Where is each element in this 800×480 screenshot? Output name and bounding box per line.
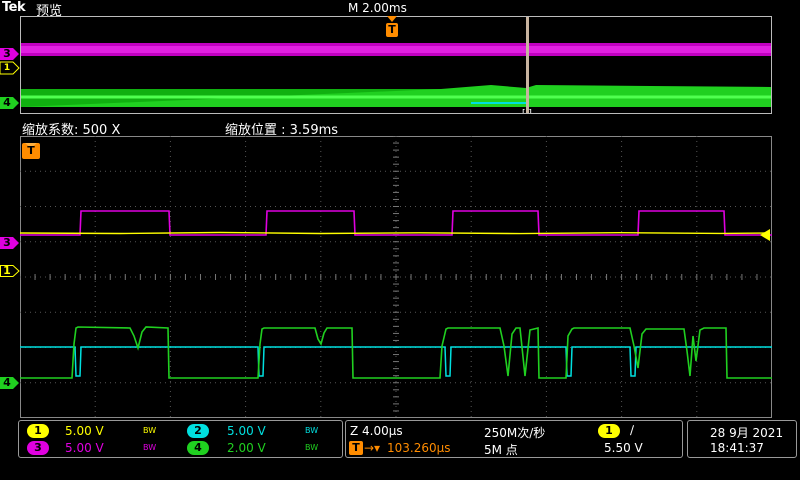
zoom-scale[interactable]: Z 4.00µs	[350, 424, 403, 438]
top-status-bar: Tek 预览 M 2.00ms	[0, 0, 800, 19]
ch1-badge[interactable]: 1	[27, 424, 49, 438]
vertical-settings-panel[interactable]: 1 5.00 V BW 3 5.00 V BW 2 5.00 V BW 4 2.…	[18, 420, 343, 458]
trigger-position[interactable]: 103.260µs	[387, 441, 451, 455]
overview-ch1-marker: 1	[3, 63, 11, 73]
zoom-bracket: [ ]	[522, 109, 532, 113]
main-timebase[interactable]: M 2.00ms	[348, 1, 407, 15]
trigger-level[interactable]: 5.50 V	[604, 441, 643, 455]
ch4-scale[interactable]: 2.00 V	[227, 441, 266, 455]
ch1-offset-marker[interactable]: 1	[1, 265, 13, 277]
horizontal-trigger-panel[interactable]: Z 4.00µs T →▾ 103.260µs 250M次/秒 5M 点 1 ∕…	[345, 420, 683, 458]
overview-ch4-marker: 4	[3, 96, 11, 109]
sample-rate: 250M次/秒	[484, 426, 546, 440]
ch1-scale[interactable]: 5.00 V	[65, 424, 104, 438]
main-trigger-label: T	[27, 144, 35, 157]
overview-ch3-marker: 3	[3, 47, 11, 60]
ch4-badge[interactable]: 4	[187, 441, 209, 455]
overview-ch3-core	[21, 46, 771, 53]
overview-trigger-label: T	[388, 23, 396, 36]
trigger-level-arrow-icon[interactable]	[760, 229, 772, 241]
ch2-scale[interactable]: 5.00 V	[227, 424, 266, 438]
ch3-badge[interactable]: 3	[27, 441, 49, 455]
trigger-position-icon: T	[349, 441, 363, 455]
ch1-bw-limit: BW	[143, 426, 157, 435]
zoomed-graticule[interactable]	[20, 136, 772, 418]
ch2-badge[interactable]: 2	[187, 424, 209, 438]
ch4-bw-limit: BW	[305, 443, 319, 452]
time-display: 18:41:37	[710, 441, 764, 455]
zoom-window-marker[interactable]	[526, 17, 529, 113]
trigger-arrow-icon: →▾	[364, 441, 381, 455]
ch4-offset-marker[interactable]: 4	[1, 377, 13, 389]
datetime-panel[interactable]: 28 9月 2021 18:41:37	[687, 420, 797, 458]
brand-logo: Tek	[2, 0, 26, 15]
record-length[interactable]: 5M 点	[484, 441, 518, 458]
ch3-bw-limit: BW	[143, 443, 157, 452]
date-display: 28 9月 2021	[710, 426, 784, 440]
ch3-scale[interactable]: 5.00 V	[65, 441, 104, 455]
bottom-status-bar: 1 5.00 V BW 3 5.00 V BW 2 5.00 V BW 4 2.…	[0, 418, 800, 480]
trigger-slope-icon[interactable]: ∕	[630, 423, 634, 437]
ch3-offset-marker[interactable]: 3	[1, 237, 13, 249]
zoomed-waveform-svg	[20, 136, 772, 418]
trigger-source-badge[interactable]: 1	[598, 424, 620, 438]
ch2-bw-limit: BW	[305, 426, 319, 435]
